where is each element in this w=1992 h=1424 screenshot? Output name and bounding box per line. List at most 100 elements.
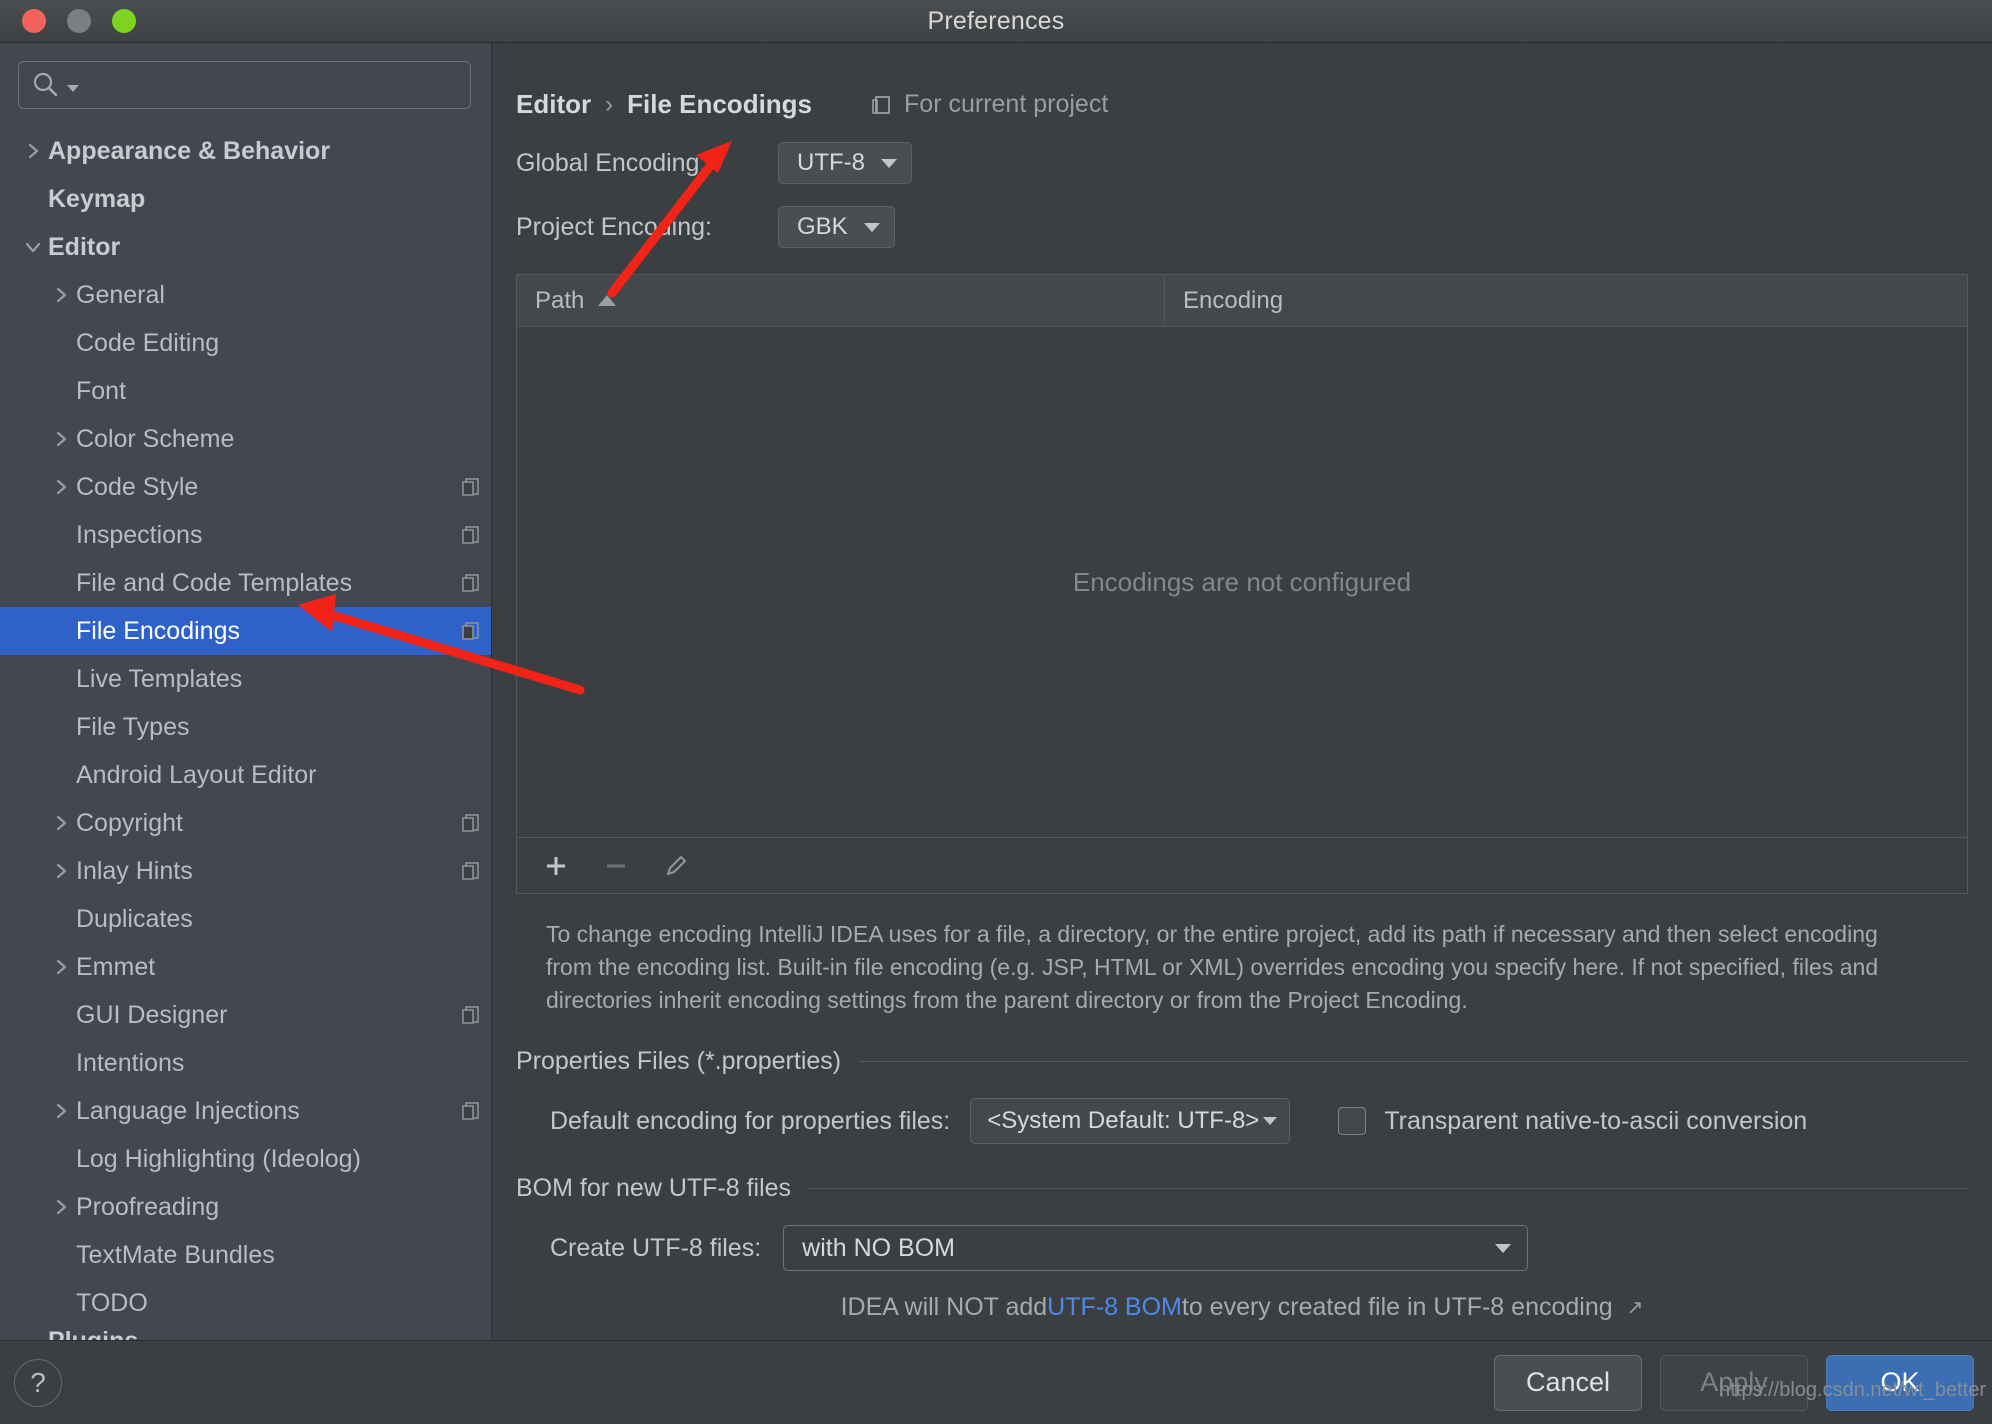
sidebar-item-label: Copyright bbox=[76, 808, 183, 837]
transparent-conversion-checkbox-row[interactable]: Transparent native-to-ascii conversion bbox=[1338, 1107, 1807, 1136]
sidebar-item-todo[interactable]: TODO bbox=[0, 1279, 491, 1327]
external-link-icon[interactable]: ↗ bbox=[1627, 1295, 1644, 1320]
chevron-right-icon[interactable] bbox=[46, 861, 76, 881]
search-input[interactable] bbox=[18, 61, 471, 109]
sidebar-item-font[interactable]: Font bbox=[0, 367, 491, 415]
sidebar-item-appearance-behavior[interactable]: Appearance & Behavior bbox=[0, 127, 491, 175]
sidebar-item-proofreading[interactable]: Proofreading bbox=[0, 1183, 491, 1231]
properties-files-section: Properties Files (*.properties) Default … bbox=[492, 1047, 1992, 1145]
settings-tree[interactable]: Appearance & Behavior Keymap Editor General… bbox=[0, 123, 491, 1340]
sidebar-item-label: Live Templates bbox=[76, 664, 243, 693]
project-encoding-select[interactable]: GBK bbox=[778, 206, 895, 248]
default-properties-encoding-select[interactable]: <System Default: UTF-8> bbox=[970, 1098, 1291, 1145]
sidebar-item-emmet[interactable]: Emmet bbox=[0, 943, 491, 991]
chevron-right-icon[interactable] bbox=[46, 1101, 76, 1121]
chevron-right-icon[interactable] bbox=[46, 429, 76, 449]
window-body: Appearance & Behavior Keymap Editor General… bbox=[0, 43, 1992, 1340]
bom-section: BOM for new UTF-8 files Create UTF-8 fil… bbox=[492, 1174, 1992, 1322]
chevron-down-icon[interactable] bbox=[18, 237, 48, 257]
sidebar-item-inlay-hints[interactable]: Inlay Hints bbox=[0, 847, 491, 895]
breadcrumb-parent[interactable]: Editor bbox=[516, 89, 591, 120]
create-utf8-files-select[interactable]: with NO BOM bbox=[783, 1225, 1529, 1272]
default-properties-encoding-label: Default encoding for properties files: bbox=[550, 1106, 951, 1135]
help-button[interactable]: ? bbox=[14, 1358, 62, 1407]
bom-note: IDEA will NOT add UTF-8 BOM to every cre… bbox=[516, 1293, 1968, 1322]
table-body[interactable]: Encodings are not configured bbox=[517, 327, 1967, 837]
project-encoding-label: Project Encoding: bbox=[516, 212, 712, 241]
chevron-down-icon bbox=[1495, 1243, 1512, 1253]
copyable-settings-icon bbox=[451, 1004, 491, 1026]
copyable-settings-icon bbox=[451, 524, 491, 546]
default-properties-encoding-row: Default encoding for properties files: <… bbox=[516, 1098, 1968, 1145]
copyable-settings-icon bbox=[451, 860, 491, 882]
title-bar: Preferences bbox=[0, 0, 1992, 43]
project-encoding-row: Project Encoding: GBK bbox=[492, 206, 1992, 248]
chevron-down-icon bbox=[863, 222, 880, 232]
sidebar-item-android-layout-editor[interactable]: Android Layout Editor bbox=[0, 751, 491, 799]
sidebar-item-file-types[interactable]: File Types bbox=[0, 703, 491, 751]
chevron-right-icon[interactable] bbox=[46, 477, 76, 497]
search-filter-chevron-down-icon[interactable] bbox=[67, 84, 79, 92]
sidebar-item-file-and-code-templates[interactable]: File and Code Templates bbox=[0, 559, 491, 607]
sidebar-item-copyright[interactable]: Copyright bbox=[0, 799, 491, 847]
remove-encoding-button bbox=[599, 849, 633, 883]
bom-note-prefix: IDEA will NOT add bbox=[840, 1293, 1048, 1322]
section-divider bbox=[809, 1188, 1968, 1190]
sidebar-item-intentions[interactable]: Intentions bbox=[0, 1039, 491, 1087]
global-encoding-row: Global Encoding: UTF-8 bbox=[492, 142, 1992, 184]
sidebar-item-file-encodings[interactable]: File Encodings bbox=[0, 607, 491, 655]
bom-note-link[interactable]: UTF-8 BOM bbox=[1047, 1293, 1182, 1322]
global-encoding-select[interactable]: UTF-8 bbox=[778, 142, 912, 184]
sidebar-item-textmate-bundles[interactable]: TextMate Bundles bbox=[0, 1231, 491, 1279]
add-encoding-button[interactable] bbox=[539, 849, 573, 883]
sidebar-item-log-highlighting-ideolog[interactable]: Log Highlighting (Ideolog) bbox=[0, 1135, 491, 1183]
sidebar-item-code-editing[interactable]: Code Editing bbox=[0, 319, 491, 367]
sidebar-item-color-scheme[interactable]: Color Scheme bbox=[0, 415, 491, 463]
pencil-icon bbox=[666, 855, 687, 875]
sidebar-item-general[interactable]: General bbox=[0, 271, 491, 319]
create-utf8-files-value: with NO BOM bbox=[802, 1233, 955, 1262]
copyable-settings-icon bbox=[451, 476, 491, 498]
section-divider bbox=[859, 1061, 1968, 1063]
sidebar-item-label: Duplicates bbox=[76, 904, 193, 933]
copyable-settings-icon bbox=[451, 620, 491, 642]
sidebar-item-duplicates[interactable]: Duplicates bbox=[0, 895, 491, 943]
table-empty-message: Encodings are not configured bbox=[1072, 566, 1412, 597]
chevron-right-icon[interactable] bbox=[46, 957, 76, 977]
chevron-right-icon[interactable] bbox=[46, 285, 76, 305]
search-icon bbox=[33, 72, 58, 97]
create-utf8-files-row: Create UTF-8 files: with NO BOM bbox=[516, 1225, 1968, 1272]
chevron-right-icon[interactable] bbox=[46, 813, 76, 833]
settings-detail-panel: Editor › File Encodings For current proj… bbox=[492, 43, 1992, 1340]
sort-ascending-icon bbox=[598, 295, 617, 306]
sidebar-item-editor[interactable]: Editor bbox=[0, 223, 491, 271]
breadcrumb-current: File Encodings bbox=[627, 89, 813, 119]
sidebar-item-gui-designer[interactable]: GUI Designer bbox=[0, 991, 491, 1039]
chevron-down-icon bbox=[881, 158, 897, 168]
column-header-path[interactable]: Path bbox=[517, 275, 1165, 326]
window-title: Preferences bbox=[927, 6, 1065, 35]
breadcrumb: Editor › File Encodings For current proj… bbox=[492, 43, 1992, 120]
copyable-settings-icon bbox=[451, 812, 491, 834]
breadcrumb-separator: › bbox=[605, 90, 614, 118]
ok-button[interactable]: OK bbox=[1826, 1354, 1974, 1411]
transparent-conversion-checkbox[interactable] bbox=[1338, 1107, 1367, 1136]
sidebar-item-keymap[interactable]: Keymap bbox=[0, 175, 491, 223]
sidebar-item-label: File Types bbox=[76, 712, 190, 741]
project-scope-icon bbox=[872, 95, 890, 114]
sidebar-item-plugins[interactable]: Plugins bbox=[0, 1327, 491, 1340]
search-container bbox=[0, 43, 491, 123]
sidebar-item-inspections[interactable]: Inspections bbox=[0, 511, 491, 559]
sidebar-item-live-templates[interactable]: Live Templates bbox=[0, 655, 491, 703]
chevron-right-icon[interactable] bbox=[18, 141, 48, 161]
minus-icon bbox=[607, 864, 625, 867]
copyable-settings-icon bbox=[451, 572, 491, 594]
sidebar-item-language-injections[interactable]: Language Injections bbox=[0, 1087, 491, 1135]
sidebar-item-label: Log Highlighting (Ideolog) bbox=[76, 1144, 361, 1173]
sidebar-item-code-style[interactable]: Code Style bbox=[0, 463, 491, 511]
column-header-encoding[interactable]: Encoding bbox=[1165, 275, 1967, 326]
cancel-button[interactable]: Cancel bbox=[1494, 1354, 1642, 1411]
sidebar-item-label: Android Layout Editor bbox=[76, 760, 317, 789]
chevron-right-icon[interactable] bbox=[46, 1197, 76, 1217]
sidebar-item-label: Font bbox=[76, 376, 127, 405]
